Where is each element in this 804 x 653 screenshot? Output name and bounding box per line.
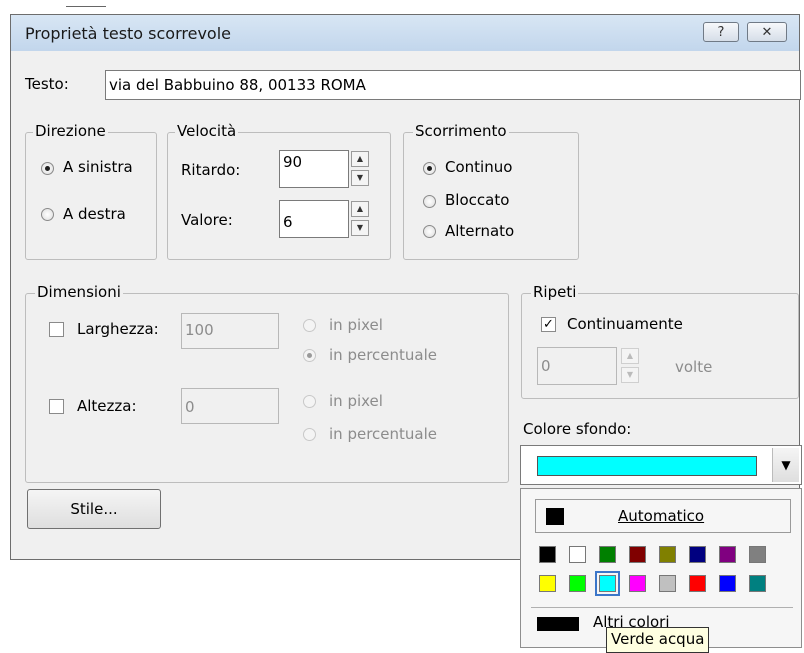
altezza-radio-pixel[interactable] xyxy=(303,395,316,408)
testo-input[interactable]: via del Babbuino 88, 00133 ROMA xyxy=(105,70,801,100)
radio-bloccato[interactable] xyxy=(423,195,436,208)
radio-continuo[interactable] xyxy=(423,162,436,175)
continuo-label: Continuo xyxy=(445,158,513,176)
color-swatch[interactable] xyxy=(719,546,736,563)
stile-button-label: Stile... xyxy=(70,500,118,518)
larghezza-checkbox[interactable] xyxy=(49,322,64,337)
altezza-input[interactable]: 0 xyxy=(181,388,279,424)
color-swatch[interactable] xyxy=(659,575,676,592)
larghezza-label: Larghezza: xyxy=(77,320,159,338)
altezza-radio-percent[interactable] xyxy=(303,428,316,441)
radio-alternato[interactable] xyxy=(423,225,436,238)
radio-a-destra[interactable] xyxy=(41,208,54,221)
top-edge-fragment xyxy=(66,0,106,7)
color-swatch[interactable] xyxy=(569,546,586,563)
color-swatch[interactable] xyxy=(659,546,676,563)
ripeti-count-input[interactable]: 0 xyxy=(537,347,617,385)
valore-spin-up[interactable]: ▲ xyxy=(351,201,369,217)
color-swatch[interactable] xyxy=(569,575,586,592)
direzione-legend: Direzione xyxy=(33,122,108,140)
larghezza-radio-pixel[interactable] xyxy=(303,319,316,332)
color-swatch[interactable] xyxy=(539,575,556,592)
color-swatch[interactable] xyxy=(599,546,616,563)
radio-a-sinistra[interactable] xyxy=(41,162,54,175)
color-tooltip: Verde acqua xyxy=(606,627,710,653)
automatico-button[interactable]: Automatico xyxy=(535,499,791,533)
a-sinistra-label: A sinistra xyxy=(63,158,133,176)
larghezza-percent-label: in percentuale xyxy=(329,346,437,364)
close-icon: ✕ xyxy=(761,24,773,40)
selected-color-swatch xyxy=(537,456,757,476)
color-swatch[interactable] xyxy=(719,575,736,592)
a-destra-label: A destra xyxy=(63,205,126,223)
chevron-down-icon[interactable]: ▼ xyxy=(772,448,799,482)
stile-button[interactable]: Stile... xyxy=(27,489,161,529)
color-swatch[interactable] xyxy=(629,546,646,563)
ritardo-spin-down[interactable]: ▼ xyxy=(351,170,369,186)
altezza-pixel-label: in pixel xyxy=(329,392,383,410)
larghezza-pixel-label: in pixel xyxy=(329,316,383,334)
ritardo-label: Ritardo: xyxy=(181,161,241,179)
color-swatch[interactable] xyxy=(595,571,620,596)
color-palette-popup: Automatico Altri colori xyxy=(520,488,802,648)
colore-sfondo-label: Colore sfondo: xyxy=(523,420,632,438)
altri-colori-swatch[interactable] xyxy=(537,617,579,631)
continuamente-label: Continuamente xyxy=(567,315,683,333)
automatico-label: Automatico xyxy=(618,507,705,525)
color-swatch[interactable] xyxy=(539,546,556,563)
dimensioni-legend: Dimensioni xyxy=(35,283,123,301)
testo-label: Testo: xyxy=(25,75,69,93)
help-icon: ? xyxy=(717,24,725,40)
altezza-checkbox[interactable] xyxy=(49,399,64,414)
automatico-swatch xyxy=(546,508,564,525)
color-swatch[interactable] xyxy=(749,575,766,592)
close-button[interactable]: ✕ xyxy=(747,22,787,42)
altezza-percent-label: in percentuale xyxy=(329,425,437,443)
colore-sfondo-dropdown[interactable]: ▼ xyxy=(520,445,802,485)
palette-divider xyxy=(531,607,793,608)
ripeti-spin-up[interactable]: ▲ xyxy=(621,348,639,364)
dialog-title: Proprietà testo scorrevole xyxy=(25,24,232,43)
volte-label: volte xyxy=(675,358,713,376)
ritardo-input[interactable]: 90 xyxy=(279,150,349,188)
valore-spin-down[interactable]: ▼ xyxy=(351,220,369,236)
direzione-group xyxy=(25,132,157,260)
valore-input[interactable]: 6 xyxy=(279,200,349,238)
color-swatch[interactable] xyxy=(689,575,706,592)
color-swatch[interactable] xyxy=(749,546,766,563)
color-swatch[interactable] xyxy=(689,546,706,563)
alternato-label: Alternato xyxy=(445,222,515,240)
altezza-label: Altezza: xyxy=(77,397,137,415)
continuamente-checkbox[interactable]: ✓ xyxy=(541,317,556,332)
help-button[interactable]: ? xyxy=(703,22,739,42)
scorrimento-legend: Scorrimento xyxy=(413,122,509,140)
velocita-legend: Velocità xyxy=(175,122,239,140)
ripeti-spin-down[interactable]: ▼ xyxy=(621,367,639,383)
bloccato-label: Bloccato xyxy=(445,191,510,209)
title-bar: Proprietà testo scorrevole ? ✕ xyxy=(11,15,799,51)
valore-label: Valore: xyxy=(181,211,233,229)
ritardo-spin-up[interactable]: ▲ xyxy=(351,151,369,167)
larghezza-radio-percent[interactable] xyxy=(303,349,316,362)
larghezza-input[interactable]: 100 xyxy=(181,313,279,349)
color-swatch[interactable] xyxy=(629,575,646,592)
ripeti-legend: Ripeti xyxy=(531,283,579,301)
